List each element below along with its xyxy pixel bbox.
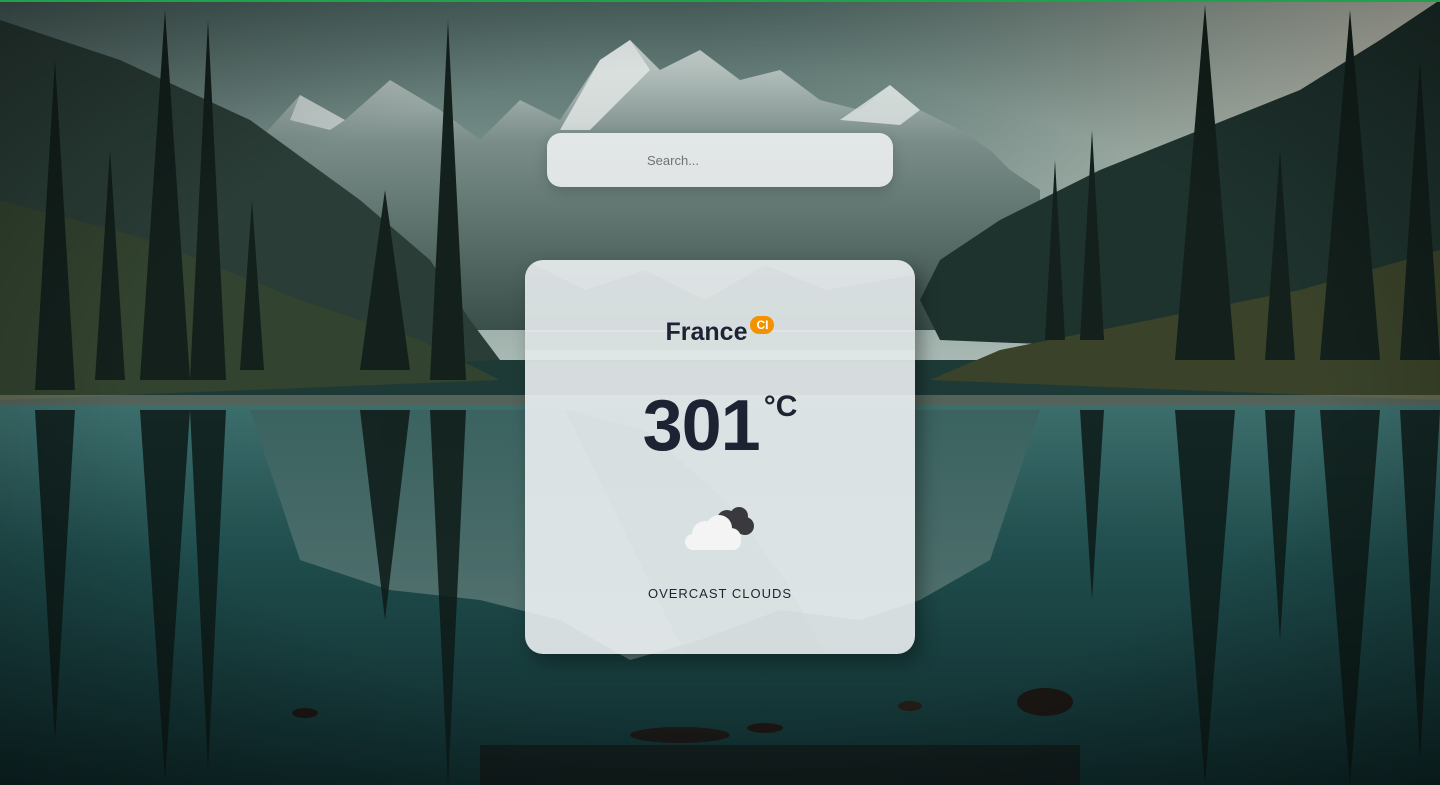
overcast-clouds-icon: [685, 507, 754, 550]
search-bar[interactable]: [547, 133, 893, 187]
weather-app: FranceCI 301°C OVERCAST CLOUDS: [0, 0, 1440, 785]
temperature-row: 301 °C: [525, 386, 915, 466]
location-row: France CI: [525, 315, 915, 347]
search-input[interactable]: [547, 133, 893, 187]
temperature-value: 301: [642, 386, 761, 466]
weather-condition: OVERCAST CLOUDS: [647, 586, 793, 601]
temperature-unit: °C: [763, 390, 798, 423]
city-name: France: [665, 318, 748, 346]
top-accent-line: [0, 0, 1440, 2]
weather-card: France CI 301 °C OVERCAST CLOUDS: [525, 260, 915, 654]
country-code-badge: CI: [750, 315, 775, 334]
